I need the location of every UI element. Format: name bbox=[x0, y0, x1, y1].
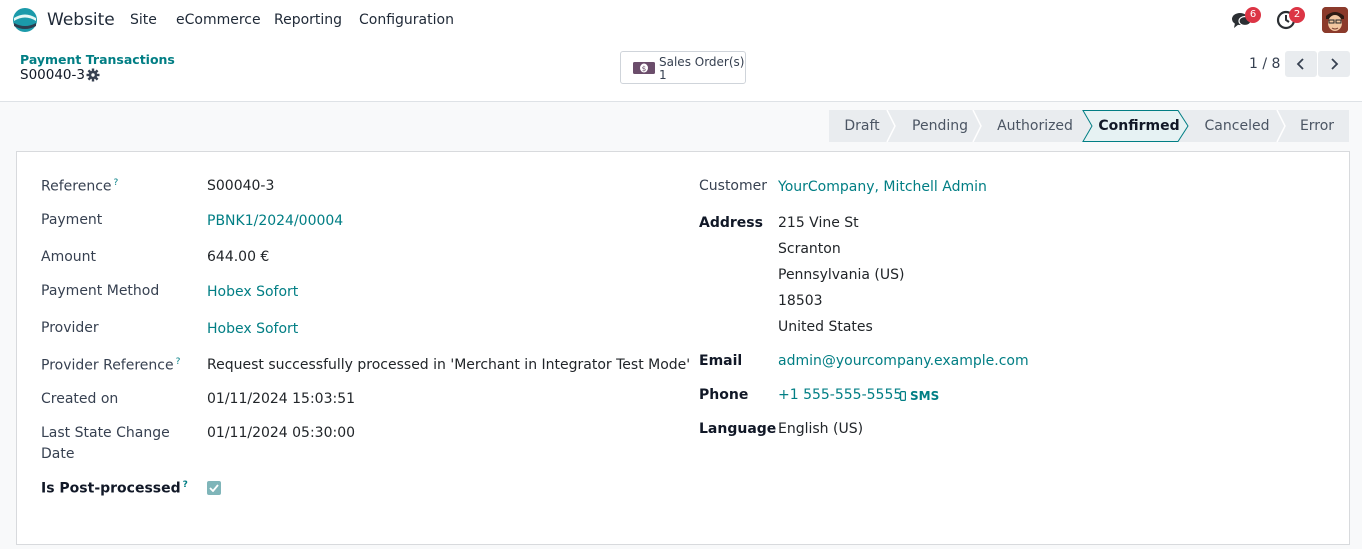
svg-text:$: $ bbox=[642, 65, 646, 73]
language-label: Language bbox=[699, 421, 777, 437]
stage-pending[interactable]: Pending bbox=[899, 110, 981, 142]
smart-button-label: Sales Order(s) bbox=[659, 55, 745, 69]
payment-method-label: Payment Method bbox=[41, 283, 160, 299]
address-line: 18503 bbox=[778, 293, 823, 309]
sales-orders-smart-button[interactable]: $ Sales Order(s) 1 bbox=[620, 51, 746, 84]
chevron-right-icon bbox=[1331, 58, 1339, 70]
last-state-change-label-line2: Date bbox=[41, 446, 75, 462]
address-label: Address bbox=[699, 215, 763, 231]
stage-canceled[interactable]: Canceled bbox=[1191, 110, 1283, 142]
is-post-processed-label: Is Post-processed? bbox=[41, 480, 188, 497]
customer-link[interactable]: YourCompany, Mitchell Admin bbox=[778, 179, 987, 195]
payment-method-link[interactable]: Hobex Sofort bbox=[207, 284, 298, 300]
mobile-phone-icon bbox=[900, 391, 906, 401]
address-line: 215 Vine St bbox=[778, 215, 859, 231]
stage-error[interactable]: Error bbox=[1287, 110, 1347, 142]
payment-label: Payment bbox=[41, 212, 103, 228]
chevron-left-icon bbox=[1296, 58, 1304, 70]
provider-label: Provider bbox=[41, 320, 99, 336]
pager-previous-button[interactable] bbox=[1285, 51, 1317, 77]
email-label: Email bbox=[699, 353, 743, 369]
provider-reference-label-text: Provider Reference bbox=[41, 357, 174, 374]
reference-value: S00040-3 bbox=[207, 178, 275, 194]
pager-next-button[interactable] bbox=[1318, 51, 1350, 77]
created-on-value: 01/11/2024 15:03:51 bbox=[207, 391, 356, 407]
app-name[interactable]: Website bbox=[47, 10, 115, 30]
menu-ecommerce[interactable]: eCommerce bbox=[176, 12, 261, 28]
email-link[interactable]: admin@yourcompany.example.com bbox=[778, 353, 1029, 369]
smart-button-count: 1 bbox=[659, 68, 667, 82]
form-sheet: Reference? S00040-3 Payment PBNK1/2024/0… bbox=[16, 151, 1350, 545]
status-bar: Draft Pending Authorized Confirmed Cance… bbox=[829, 110, 1349, 142]
record-title: S00040-3 bbox=[20, 67, 85, 83]
payment-link[interactable]: PBNK1/2024/00004 bbox=[207, 213, 343, 229]
user-avatar[interactable] bbox=[1322, 7, 1348, 33]
stage-authorized[interactable]: Authorized bbox=[987, 110, 1083, 142]
is-post-processed-label-text: Is Post-processed bbox=[41, 480, 181, 497]
help-icon[interactable]: ? bbox=[176, 357, 181, 367]
is-post-processed-checkbox[interactable] bbox=[207, 481, 221, 495]
help-icon[interactable]: ? bbox=[114, 178, 119, 188]
breadcrumb-payment-transactions[interactable]: Payment Transactions bbox=[20, 52, 175, 67]
last-state-change-label-line1: Last State Change bbox=[41, 425, 170, 441]
amount-label: Amount bbox=[41, 249, 97, 265]
pager-value[interactable]: 1 / 8 bbox=[1249, 56, 1280, 72]
provider-link[interactable]: Hobex Sofort bbox=[207, 321, 298, 337]
gear-icon[interactable] bbox=[86, 68, 100, 82]
activities-badge: 2 bbox=[1289, 7, 1305, 23]
address-line: Scranton bbox=[778, 241, 841, 257]
last-state-change-value: 01/11/2024 05:30:00 bbox=[207, 425, 356, 441]
sms-button[interactable]: SMS bbox=[910, 389, 939, 403]
provider-reference-value: Request successfully processed in 'Merch… bbox=[207, 357, 691, 373]
menu-configuration[interactable]: Configuration bbox=[359, 12, 454, 28]
created-on-label: Created on bbox=[41, 391, 119, 407]
address-line: Pennsylvania (US) bbox=[778, 267, 905, 283]
address-line: United States bbox=[778, 319, 873, 335]
money-bill-icon: $ bbox=[633, 62, 655, 74]
messages-badge: 6 bbox=[1245, 7, 1261, 23]
menu-reporting[interactable]: Reporting bbox=[274, 12, 342, 28]
provider-reference-label: Provider Reference? bbox=[41, 357, 180, 374]
customer-label: Customer bbox=[699, 178, 768, 194]
avatar-image bbox=[1322, 7, 1348, 33]
reference-label: Reference? bbox=[41, 178, 118, 195]
amount-value: 644.00 € bbox=[207, 249, 270, 265]
stage-confirmed[interactable]: Confirmed bbox=[1091, 110, 1187, 142]
phone-link[interactable]: +1 555-555-5555 bbox=[778, 387, 902, 403]
help-icon[interactable]: ? bbox=[183, 480, 188, 490]
phone-label: Phone bbox=[699, 387, 749, 403]
top-navbar: Website Site eCommerce Reporting Configu… bbox=[0, 0, 1362, 40]
language-value: English (US) bbox=[778, 421, 864, 437]
reference-label-text: Reference bbox=[41, 178, 112, 195]
website-app-icon[interactable] bbox=[12, 7, 38, 33]
stage-draft[interactable]: Draft bbox=[829, 110, 895, 142]
checkmark-icon bbox=[209, 484, 219, 492]
menu-site[interactable]: Site bbox=[130, 12, 157, 28]
